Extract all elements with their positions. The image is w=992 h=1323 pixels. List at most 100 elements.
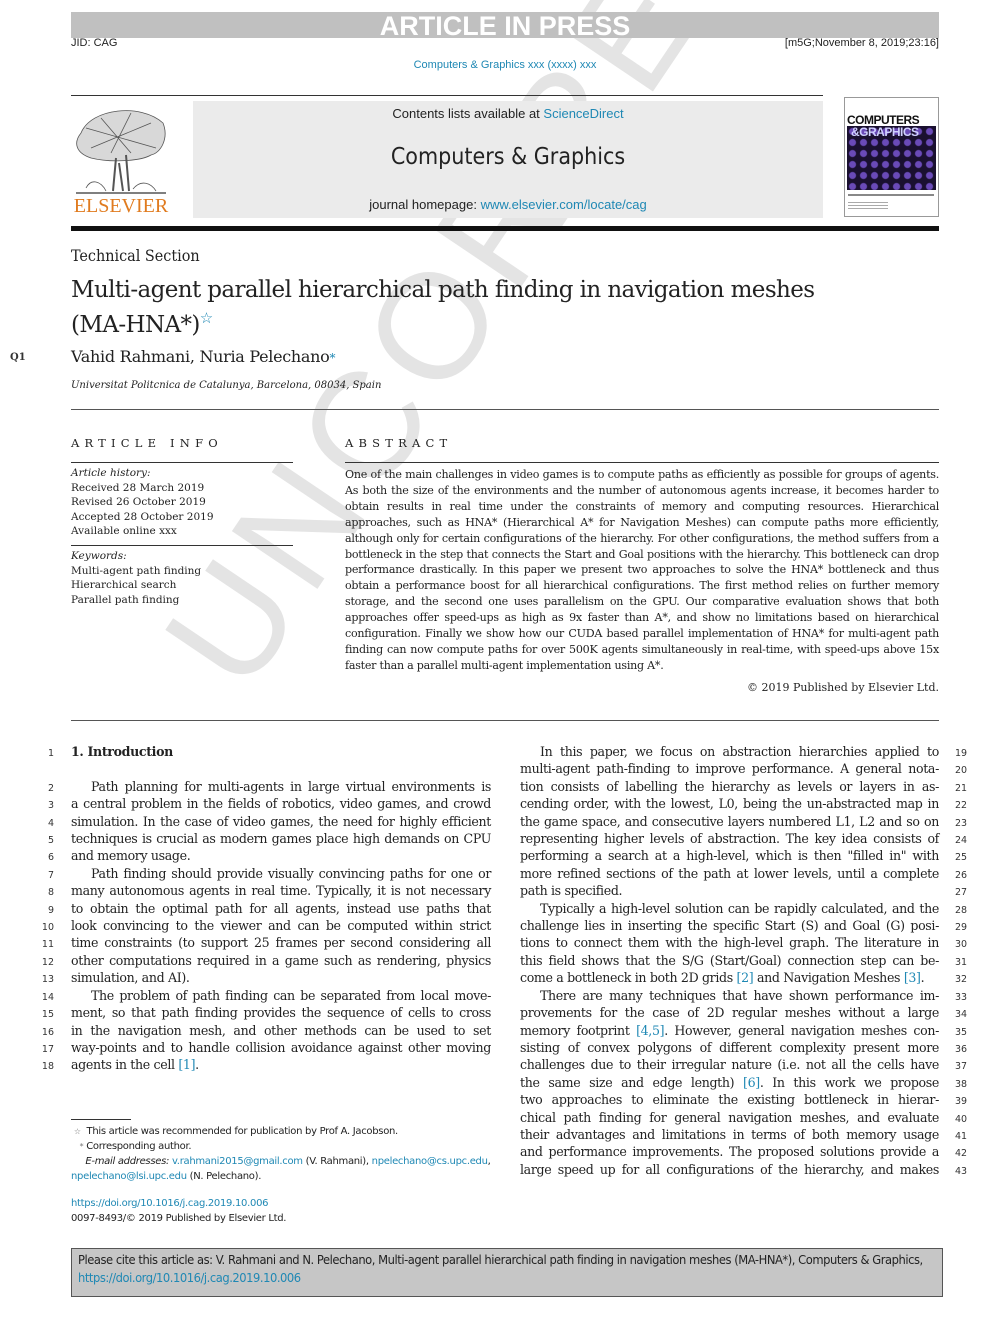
reference-link[interactable]: [4,5] bbox=[636, 1023, 664, 1038]
line-number: 23 bbox=[955, 817, 968, 829]
doi-block: https://doi.org/10.1016/j.cag.2019.10.00… bbox=[71, 1196, 286, 1226]
body-column-left: 1. Introduction Path planning for multi-… bbox=[71, 743, 491, 1074]
email-link[interactable]: npelechano@cs.upc.edu bbox=[372, 1156, 488, 1167]
line-number: 40 bbox=[955, 1113, 968, 1125]
reference-link[interactable]: [3] bbox=[904, 970, 921, 985]
line-number: 27 bbox=[955, 887, 968, 899]
body-line: a central problem in the fields of robot… bbox=[71, 796, 491, 812]
doi-link[interactable]: https://doi.org/10.1016/j.cag.2019.10.00… bbox=[71, 1196, 286, 1211]
author-list: Vahid Rahmani, Nuria Pelechano* bbox=[71, 347, 335, 366]
footnote-star: ☆ This article was recommended for publi… bbox=[71, 1124, 491, 1139]
email-label: E-mail addresses: bbox=[85, 1156, 170, 1167]
citation-doi-link[interactable]: https://doi.org/10.1016/j.cag.2019.10.00… bbox=[78, 1271, 301, 1286]
line-number: 25 bbox=[955, 852, 968, 864]
line-number: 39 bbox=[955, 1096, 968, 1108]
reference-link[interactable]: [2] bbox=[737, 970, 754, 985]
body-line: The problem of path finding can be separ… bbox=[91, 987, 491, 1003]
article-history: Article history: Received 28 March 2019 … bbox=[71, 466, 214, 539]
abstract-text: One of the main challenges in video game… bbox=[345, 468, 939, 672]
line-number: 36 bbox=[955, 1043, 968, 1055]
paper-title: Multi-agent parallel hierarchical path f… bbox=[71, 276, 831, 339]
paper-title-line1: Multi-agent parallel hierarchical path f… bbox=[71, 277, 815, 303]
journal-reference-link[interactable]: Computers & Graphics xxx (xxxx) xxx bbox=[0, 59, 992, 71]
homepage-line: journal homepage: www.elsevier.com/locat… bbox=[193, 197, 823, 212]
affiliation: Universitat Politcnica de Catalunya, Bar… bbox=[71, 380, 382, 391]
line-number: 7 bbox=[47, 869, 54, 881]
body-line: sisting of convex polygons of different … bbox=[520, 1039, 939, 1055]
author-names: Vahid Rahmani, Nuria Pelechano bbox=[71, 347, 330, 366]
body-column-right: In this paper, we focus on abstraction h… bbox=[520, 743, 939, 1178]
body-line: this field shows that the S/G (Start/Goa… bbox=[520, 952, 939, 968]
line-number: 11 bbox=[41, 939, 54, 951]
body-line: cending order, with the lowest, L0, bein… bbox=[520, 796, 939, 812]
body-line: representing higher levels of abstractio… bbox=[520, 831, 939, 847]
line-number: 8 bbox=[47, 887, 54, 899]
cover-caption-lines bbox=[848, 202, 888, 210]
body-line: their advantages and limitations in term… bbox=[520, 1126, 939, 1142]
line-number: 21 bbox=[955, 782, 968, 794]
body-line: performing a search at a high-level, whi… bbox=[520, 848, 939, 864]
abstract-copyright: © 2019 Published by Elsevier Ltd. bbox=[746, 681, 939, 694]
sciencedirect-link[interactable]: ScienceDirect bbox=[543, 106, 623, 121]
cover-caption-bar bbox=[848, 194, 934, 196]
body-line: In this paper, we focus on abstraction h… bbox=[540, 744, 939, 759]
body-line: come a bottleneck in both 2D grids [2] a… bbox=[520, 970, 925, 986]
line-number: 6 bbox=[47, 852, 54, 864]
body-line: multi-agent path-finding to improve perf… bbox=[520, 761, 939, 777]
citation-box: Please cite this article as: V. Rahmani … bbox=[71, 1248, 943, 1297]
body-line: simulation, and AI). bbox=[71, 970, 190, 986]
abstract-heading: ABSTRACT bbox=[345, 436, 453, 450]
keyword-item: Hierarchical search bbox=[71, 579, 177, 591]
body-line: time constraints (to support 25 frames p… bbox=[71, 935, 491, 951]
body-line: two approaches to eliminate the existing… bbox=[520, 1092, 939, 1108]
body-line: large speed up for all configurations of… bbox=[520, 1161, 939, 1177]
line-number: 20 bbox=[955, 765, 968, 777]
query-marker: Q1 bbox=[10, 352, 26, 363]
body-line: Path planning for multi-agents in large … bbox=[91, 778, 491, 794]
line-number: 26 bbox=[955, 869, 968, 881]
section-heading: 1. Introduction bbox=[71, 744, 173, 759]
line-number: 35 bbox=[955, 1026, 968, 1038]
reference-link[interactable]: [1] bbox=[178, 1057, 195, 1072]
body-line: the game space, and consecutive layers n… bbox=[520, 813, 939, 829]
line-number: 17 bbox=[41, 1043, 54, 1055]
keywords-rule bbox=[71, 545, 293, 546]
line-number: 37 bbox=[955, 1061, 968, 1073]
body-line: Typically a high-level solution can be r… bbox=[540, 900, 939, 916]
reference-link[interactable]: [6] bbox=[743, 1075, 760, 1090]
body-line: the same size and edge length) [6]. In t… bbox=[520, 1074, 939, 1090]
body-line: tions to connect them with the high-leve… bbox=[520, 935, 939, 951]
email-link[interactable]: npelechano@lsi.upc.edu bbox=[71, 1171, 187, 1182]
footnote-corresponding: * Corresponding author. bbox=[71, 1139, 491, 1154]
body-line: provements for the case of 2D regular me… bbox=[520, 1005, 939, 1021]
line-number: 14 bbox=[41, 991, 54, 1003]
line-number: 41 bbox=[955, 1130, 968, 1142]
email-link[interactable]: v.rahmani2015@gmail.com bbox=[172, 1156, 303, 1167]
line-number: 24 bbox=[955, 835, 968, 847]
line-number: 2 bbox=[47, 782, 54, 794]
corresponding-author-marker[interactable]: * bbox=[329, 351, 335, 365]
keyword-item: Parallel path finding bbox=[71, 593, 180, 606]
elsevier-wordmark: ELSEVIER bbox=[73, 195, 169, 217]
build-stamp: [m5G;November 8, 2019;23:16] bbox=[784, 37, 939, 49]
body-line: way-points and to handle collision avoid… bbox=[71, 1039, 491, 1055]
email-owner: (V. Rahmani), bbox=[302, 1156, 372, 1167]
footnote-rule bbox=[71, 1119, 131, 1120]
body-line: challenges due to their irregular nature… bbox=[520, 1057, 939, 1073]
line-number: 3 bbox=[47, 800, 54, 812]
body-line: tion consists of labelling the hierarchy… bbox=[520, 778, 939, 794]
article-info-heading: ARTICLE INFO bbox=[71, 436, 223, 450]
contents-prefix: Contents lists available at bbox=[392, 106, 544, 121]
email-owner: (N. Pelechano). bbox=[186, 1171, 262, 1182]
body-line: look convincing to the viewer and can be… bbox=[71, 918, 491, 934]
keywords: Keywords: Multi-agent path finding Hiera… bbox=[71, 549, 201, 607]
footnote-emails: E-mail addresses: v.rahmani2015@gmail.co… bbox=[71, 1156, 491, 1182]
line-number: 28 bbox=[955, 904, 968, 916]
keywords-label: Keywords: bbox=[71, 550, 127, 562]
line-number bbox=[36, 762, 54, 779]
title-footnote-star-icon[interactable]: ☆ bbox=[200, 309, 213, 327]
body-line: agents in the cell [1]. bbox=[71, 1057, 199, 1073]
line-number: 18 bbox=[41, 1061, 54, 1073]
journal-homepage-link[interactable]: www.elsevier.com/locate/cag bbox=[481, 197, 647, 212]
history-received: Received 28 March 2019 bbox=[71, 481, 205, 494]
